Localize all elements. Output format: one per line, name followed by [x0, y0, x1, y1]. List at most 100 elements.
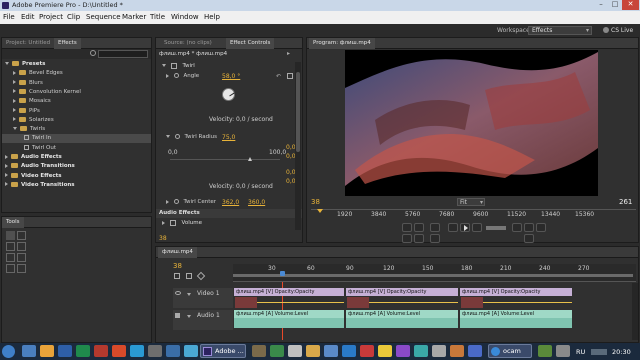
goto-in-button[interactable] — [430, 223, 440, 232]
effects-search-input[interactable] — [98, 50, 148, 58]
expand-icon[interactable] — [13, 70, 16, 75]
opacity-line[interactable] — [483, 302, 572, 303]
fit-select[interactable]: Fit ▾ — [457, 198, 485, 206]
workspace-select[interactable]: Effects ▾ — [528, 26, 592, 35]
taskbar-premiere[interactable]: Adobe ... — [200, 344, 246, 358]
effects-tree-item[interactable]: Video Transitions — [2, 181, 151, 190]
taskbar-icon[interactable] — [396, 345, 410, 357]
taskbar-icon[interactable] — [40, 345, 54, 357]
tab-effects[interactable]: Effects — [54, 38, 81, 49]
cslive-icon[interactable] — [603, 27, 609, 33]
jog-shuttle[interactable] — [486, 226, 506, 230]
taskbar-icon[interactable] — [538, 345, 552, 357]
video-clip[interactable]: флиш.mp4 [V] Opacity:Opacity — [460, 288, 572, 296]
expand-icon[interactable] — [187, 293, 191, 296]
taskbar-icon[interactable] — [414, 345, 428, 357]
taskbar-icon[interactable] — [166, 345, 180, 357]
taskbar-icon[interactable] — [450, 345, 464, 357]
menu-clip[interactable]: Clip — [67, 13, 80, 21]
step-back-button[interactable] — [448, 223, 458, 232]
effects-tree-item[interactable]: Video Effects — [2, 172, 151, 181]
expand-icon[interactable] — [162, 220, 165, 225]
taskbar-icon[interactable] — [58, 345, 72, 357]
timeline-scrollbar[interactable] — [632, 283, 638, 340]
opacity-line[interactable] — [257, 302, 344, 303]
radius-slider-track[interactable] — [170, 159, 280, 160]
tool-rolling[interactable] — [17, 242, 26, 251]
volume-row[interactable]: Volume — [156, 219, 302, 228]
tray-icons[interactable] — [591, 349, 607, 355]
step-forward-button[interactable] — [472, 223, 482, 232]
stopwatch-icon[interactable] — [173, 199, 179, 204]
trim-button[interactable] — [430, 234, 440, 243]
safe-margins-button[interactable] — [524, 223, 534, 232]
timeline-playhead[interactable] — [280, 271, 285, 276]
keyframe-icon[interactable] — [196, 271, 206, 281]
expand-icon[interactable] — [5, 62, 9, 65]
eye-icon[interactable] — [175, 291, 181, 295]
audio-track-header[interactable]: Audio 1 — [173, 310, 233, 330]
taskbar-icon[interactable] — [22, 345, 36, 357]
expand-icon[interactable] — [13, 108, 16, 112]
taskbar-ocam[interactable]: ocam — [488, 344, 532, 358]
marker-icon[interactable] — [186, 273, 192, 279]
program-playhead[interactable] — [317, 209, 323, 213]
taskbar-icon[interactable] — [184, 345, 198, 357]
tool-track-select[interactable] — [17, 231, 26, 240]
menu-file[interactable]: File — [3, 13, 15, 21]
angle-value[interactable]: 58,0 ° — [222, 73, 240, 80]
video-track-header[interactable]: Video 1 — [173, 288, 233, 308]
snap-icon[interactable] — [174, 273, 180, 279]
ec-scroll-thumb[interactable] — [296, 72, 300, 152]
menu-project[interactable]: Project — [39, 13, 63, 21]
audio-clip[interactable]: флиш.mp4 [A] Volume:Level — [346, 310, 458, 318]
angle-dial[interactable] — [222, 88, 235, 101]
language-indicator[interactable]: RU — [576, 348, 585, 356]
tab-effect-controls[interactable]: Effect Controls — [226, 38, 275, 49]
timeline-ruler[interactable]: 30 60 90 120 150 180 210 240 270 — [233, 264, 636, 282]
output-button[interactable] — [524, 234, 534, 243]
effects-tree-item[interactable]: Twirl In — [2, 134, 151, 144]
menu-edit[interactable]: Edit — [21, 13, 35, 21]
expand-icon[interactable] — [162, 64, 166, 67]
effects-tree-item[interactable]: Bevel Edges — [2, 69, 151, 78]
taskbar-icon[interactable] — [252, 345, 266, 357]
mark-in-button[interactable] — [402, 223, 412, 232]
tab-sequence[interactable]: флиш.mp4 — [158, 247, 197, 258]
lift-button[interactable] — [402, 234, 412, 243]
menu-window[interactable]: Window — [171, 13, 199, 21]
twirl-effect-row[interactable]: Twirl — [156, 62, 302, 71]
tab-source[interactable]: Source: (no clips) — [160, 38, 216, 49]
expand-icon[interactable] — [5, 173, 8, 178]
extract-button[interactable] — [414, 234, 424, 243]
tool-hand[interactable] — [17, 264, 26, 273]
play-button[interactable] — [460, 223, 470, 232]
menu-sequence[interactable]: Sequence — [86, 13, 121, 21]
audio-clip[interactable]: флиш.mp4 [A] Volume:Level — [460, 310, 572, 318]
tool-ripple[interactable] — [6, 242, 15, 251]
fx-badge-icon[interactable] — [169, 219, 176, 226]
taskbar-icon[interactable] — [306, 345, 320, 357]
video-clip[interactable]: флиш.mp4 [V] Opacity:Opacity — [346, 288, 458, 296]
keyframe-nav-icon[interactable] — [287, 73, 293, 79]
audio-clip[interactable]: флиш.mp4 [A] Volume:Level — [234, 310, 344, 318]
expand-icon[interactable] — [166, 199, 169, 204]
taskbar-icon[interactable] — [112, 345, 126, 357]
loop-button[interactable] — [512, 223, 522, 232]
stopwatch-icon[interactable] — [173, 73, 179, 78]
tab-tools[interactable]: Tools — [2, 217, 24, 228]
taskbar-icon[interactable] — [556, 345, 570, 357]
tool-selection[interactable] — [6, 231, 15, 240]
expand-icon[interactable] — [166, 73, 169, 78]
taskbar-icon[interactable] — [130, 345, 144, 357]
export-frame-button[interactable] — [536, 223, 546, 232]
radius-value[interactable]: 75,0 — [222, 134, 235, 141]
reset-icon[interactable]: ↶ — [276, 73, 281, 80]
maximize-button[interactable]: □ — [608, 0, 622, 10]
taskbar-icon[interactable] — [76, 345, 90, 357]
tab-program[interactable]: Program: флиш.mp4 — [309, 38, 375, 49]
timeline-timecode[interactable]: 38 — [173, 262, 182, 270]
tab-project[interactable]: Project: Untitled — [2, 38, 54, 49]
start-button[interactable] — [2, 345, 15, 358]
taskbar-icon[interactable] — [270, 345, 284, 357]
